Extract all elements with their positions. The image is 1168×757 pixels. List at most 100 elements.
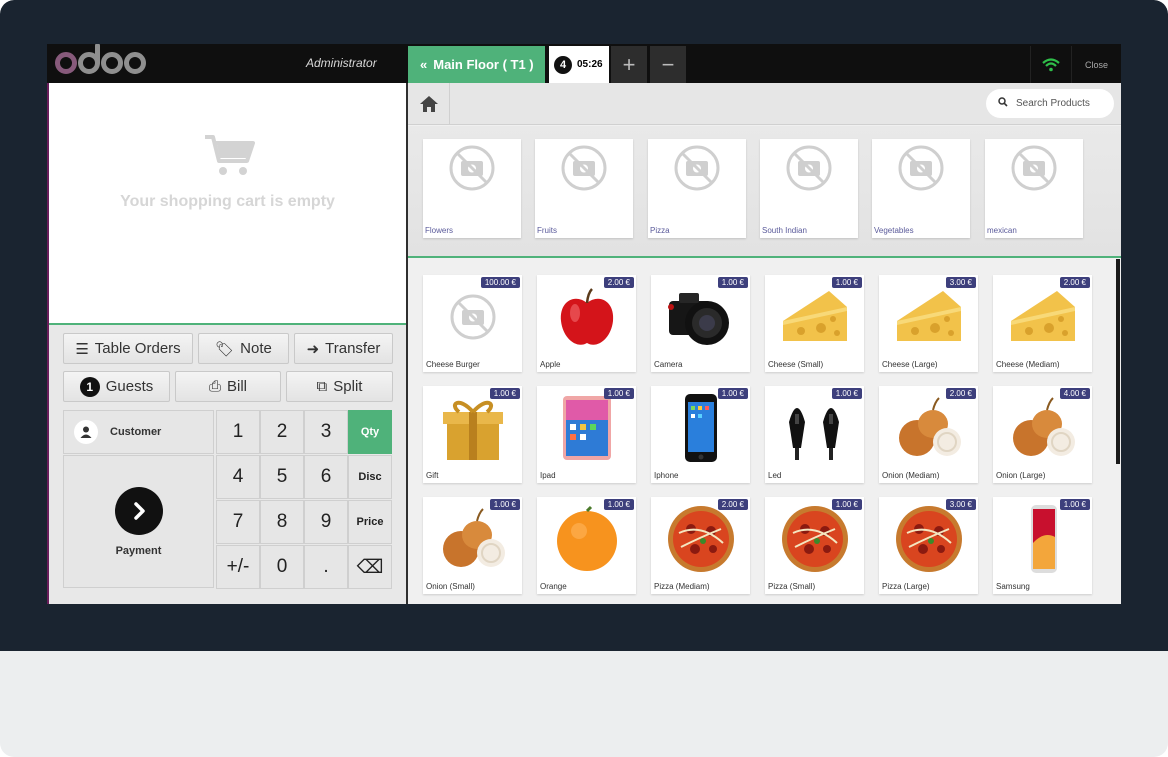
category-vegetables[interactable]: Vegetables — [872, 139, 970, 238]
key-0[interactable]: 0 — [260, 545, 304, 589]
product-card[interactable]: 2.00 € Apple — [537, 275, 636, 372]
category-mexican[interactable]: mexican — [985, 139, 1083, 238]
product-card[interactable]: 4.00 € Onion (Large) — [993, 386, 1092, 483]
product-name: Iphone — [654, 471, 679, 480]
arrow-right-icon: ➜ — [306, 340, 320, 358]
key-2[interactable]: 2 — [260, 410, 304, 454]
product-card[interactable]: 1.00 € Samsung — [993, 497, 1092, 594]
category-label: South Indian — [762, 226, 807, 235]
category-pizza[interactable]: Pizza — [648, 139, 746, 238]
key-6[interactable]: 6 — [304, 455, 348, 499]
key-plus-minus[interactable]: +/- — [216, 545, 260, 589]
product-card[interactable]: 1.00 € Onion (Small) — [423, 497, 522, 594]
no-photo-icon — [449, 145, 495, 191]
note-button[interactable]: 🏷 Note — [198, 333, 289, 364]
no-photo-image — [437, 281, 509, 353]
category-list: Flowers Fruits Pizza South Indian Vegeta… — [408, 126, 1121, 258]
category-flowers[interactable]: Flowers — [423, 139, 521, 238]
product-card[interactable]: 2.00 € Pizza (Mediam) — [651, 497, 750, 594]
add-order-button[interactable]: + — [611, 46, 647, 83]
list-icon: ☰ — [75, 340, 89, 358]
category-south-indian[interactable]: South Indian — [760, 139, 858, 238]
price-badge: 1.00 € — [603, 388, 634, 399]
split-button[interactable]: ⧉ Split — [286, 371, 393, 402]
pos-screen: Administrator « Main Floor ( T1 ) 4 05:2… — [47, 44, 1121, 604]
onion-image — [1007, 392, 1079, 464]
table-orders-label: Table Orders — [94, 340, 181, 357]
product-card[interactable]: 1.00 € Orange — [537, 497, 636, 594]
floor-tab-label: Main Floor ( T1 ) — [433, 57, 534, 72]
bill-button[interactable]: ⎙ Bill — [175, 371, 281, 402]
product-name: Led — [768, 471, 782, 480]
order-tab[interactable]: 4 05:26 — [549, 46, 609, 83]
key-8[interactable]: 8 — [260, 500, 304, 544]
tablet-image — [551, 392, 623, 464]
product-card[interactable]: 1.00 € Pizza (Small) — [765, 497, 864, 594]
category-fruits[interactable]: Fruits — [535, 139, 633, 238]
product-card[interactable]: 1.00 € Ipad — [537, 386, 636, 483]
product-name: Cheese (Large) — [882, 360, 938, 369]
key-9[interactable]: 9 — [304, 500, 348, 544]
price-badge: 2.00 € — [1059, 277, 1090, 288]
apple-image — [551, 281, 623, 353]
top-bar: Administrator « Main Floor ( T1 ) 4 05:2… — [47, 44, 1121, 83]
guests-button[interactable]: 1 Guests — [63, 371, 170, 402]
key-decimal[interactable]: . — [304, 545, 348, 589]
product-name: Samsung — [996, 582, 1030, 591]
product-card[interactable]: 1.00 € Iphone — [651, 386, 750, 483]
product-name: Orange — [540, 582, 567, 591]
price-badge: 3.00 € — [945, 277, 976, 288]
price-badge: 2.00 € — [945, 388, 976, 399]
price-badge: 1.00 € — [831, 277, 862, 288]
key-5[interactable]: 5 — [260, 455, 304, 499]
floor-tab[interactable]: « Main Floor ( T1 ) — [408, 46, 545, 83]
numpad-area: Customer Payment 1 2 3 Qty 4 5 6 Disc 7 … — [63, 410, 393, 590]
remove-order-button[interactable]: − — [650, 46, 686, 83]
close-button[interactable]: Close — [1071, 46, 1121, 83]
double-chevron-left-icon: « — [420, 57, 428, 72]
onion-image — [893, 392, 965, 464]
user-name: Administrator — [306, 56, 377, 70]
product-name: Gift — [426, 471, 439, 480]
product-scrollbar[interactable] — [1116, 259, 1120, 464]
backspace-icon[interactable]: ⌫ — [348, 545, 392, 589]
product-card[interactable]: 1.00 € Camera — [651, 275, 750, 372]
price-mode-button[interactable]: Price — [348, 500, 392, 544]
no-photo-icon — [561, 145, 607, 191]
cheese-image — [779, 281, 851, 353]
home-icon[interactable] — [408, 83, 450, 125]
product-name: Onion (Large) — [996, 471, 1046, 480]
customer-label: Customer — [110, 426, 162, 438]
key-4[interactable]: 4 — [216, 455, 260, 499]
product-card[interactable]: 1.00 € Led — [765, 386, 864, 483]
qty-mode-button[interactable]: Qty — [348, 410, 392, 454]
payment-button[interactable]: Payment — [63, 455, 214, 588]
price-badge: 1.00 € — [717, 277, 748, 288]
key-3[interactable]: 3 — [304, 410, 348, 454]
customer-button[interactable]: Customer — [63, 410, 214, 454]
guests-count: 1 — [79, 376, 100, 397]
product-card[interactable]: 1.00 € Gift — [423, 386, 522, 483]
product-card[interactable]: 1.00 € Cheese (Small) — [765, 275, 864, 372]
key-1[interactable]: 1 — [216, 410, 260, 454]
product-card[interactable]: 2.00 € Cheese (Mediam) — [993, 275, 1092, 372]
product-name: Cheese (Mediam) — [996, 360, 1060, 369]
price-badge: 1.00 € — [831, 388, 862, 399]
transfer-button[interactable]: ➜ Transfer — [294, 333, 393, 364]
price-badge: 1.00 € — [831, 499, 862, 510]
category-label: Flowers — [425, 226, 454, 235]
product-panel: Search Products Flowers Fruits Pizza Sou… — [408, 83, 1121, 604]
product-card[interactable]: 3.00 € Pizza (Large) — [879, 497, 978, 594]
disc-mode-button[interactable]: Disc — [348, 455, 392, 499]
cheese-image — [893, 281, 965, 353]
product-card[interactable]: 2.00 € Onion (Mediam) — [879, 386, 978, 483]
wifi-icon — [1030, 46, 1070, 83]
price-badge: 2.00 € — [717, 499, 748, 510]
product-card[interactable]: 100.00 € Cheese Burger — [423, 275, 522, 372]
search-box[interactable]: Search Products — [986, 89, 1114, 118]
key-7[interactable]: 7 — [216, 500, 260, 544]
odoo-logo — [55, 44, 146, 79]
order-number: 4 — [554, 55, 572, 74]
product-card[interactable]: 3.00 € Cheese (Large) — [879, 275, 978, 372]
table-orders-button[interactable]: ☰ Table Orders — [63, 333, 193, 364]
